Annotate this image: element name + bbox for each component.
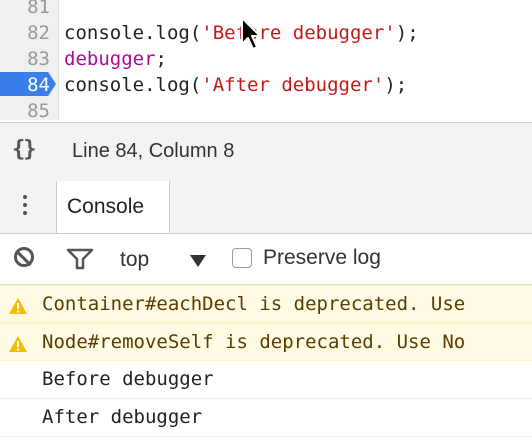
code-text: console.log('After debugger');	[64, 74, 408, 96]
console-messages: Container#eachDecl is deprecated. Use Nod…	[0, 285, 532, 444]
message-text: Before debugger	[42, 368, 214, 390]
tab-console[interactable]: Console	[56, 181, 170, 233]
line-number[interactable]: 84	[0, 72, 50, 98]
editor-status-bar: {} Line 84, Column 8	[0, 122, 532, 182]
braces-icon[interactable]: {}	[12, 137, 36, 162]
preserve-log-checkbox[interactable]	[232, 248, 252, 268]
mouse-cursor-icon	[241, 17, 261, 50]
line-number[interactable]: 81	[0, 0, 50, 20]
code-line[interactable]: 83 debugger;	[0, 46, 532, 72]
line-number[interactable]: 83	[0, 46, 50, 72]
console-warning-message[interactable]: Container#eachDecl is deprecated. Use	[0, 285, 532, 323]
warning-icon	[9, 336, 27, 352]
cursor-position: Line 84, Column 8	[72, 140, 235, 162]
console-log-message[interactable]: Before debugger	[0, 361, 532, 399]
kebab-icon[interactable]	[22, 195, 28, 219]
code-line[interactable]: 82 console.log('Before debugger');	[0, 20, 532, 46]
warning-icon	[9, 298, 27, 314]
filter-icon[interactable]	[66, 248, 94, 270]
console-toolbar: top Preserve log	[0, 234, 532, 285]
source-editor[interactable]: 81 82 console.log('Before debugger'); 83 deb…	[0, 0, 532, 120]
chevron-down-icon	[190, 255, 206, 267]
line-number[interactable]: 82	[0, 20, 50, 46]
message-text: Node#removeSelf is deprecated. Use No	[42, 331, 466, 353]
message-text: Container#eachDecl is deprecated. Use	[42, 293, 466, 315]
message-text: After debugger	[42, 406, 203, 428]
context-selector[interactable]: top	[118, 246, 218, 274]
code-line[interactable]: 84 console.log('After debugger');	[0, 72, 532, 98]
line-number[interactable]: 85	[0, 98, 50, 120]
code-line[interactable]: 81	[0, 0, 532, 20]
console-warning-message[interactable]: Node#removeSelf is deprecated. Use No	[0, 323, 532, 361]
tab-console-label: Console	[67, 195, 145, 218]
code-text: debugger;	[64, 48, 167, 70]
clear-console-icon[interactable]	[14, 247, 34, 267]
code-line[interactable]: 85	[0, 98, 532, 120]
drawer-tab-bar: Console	[0, 181, 532, 234]
console-log-message[interactable]: After debugger	[0, 399, 532, 437]
context-label: top	[120, 248, 150, 271]
preserve-log-label[interactable]: Preserve log	[263, 246, 381, 270]
